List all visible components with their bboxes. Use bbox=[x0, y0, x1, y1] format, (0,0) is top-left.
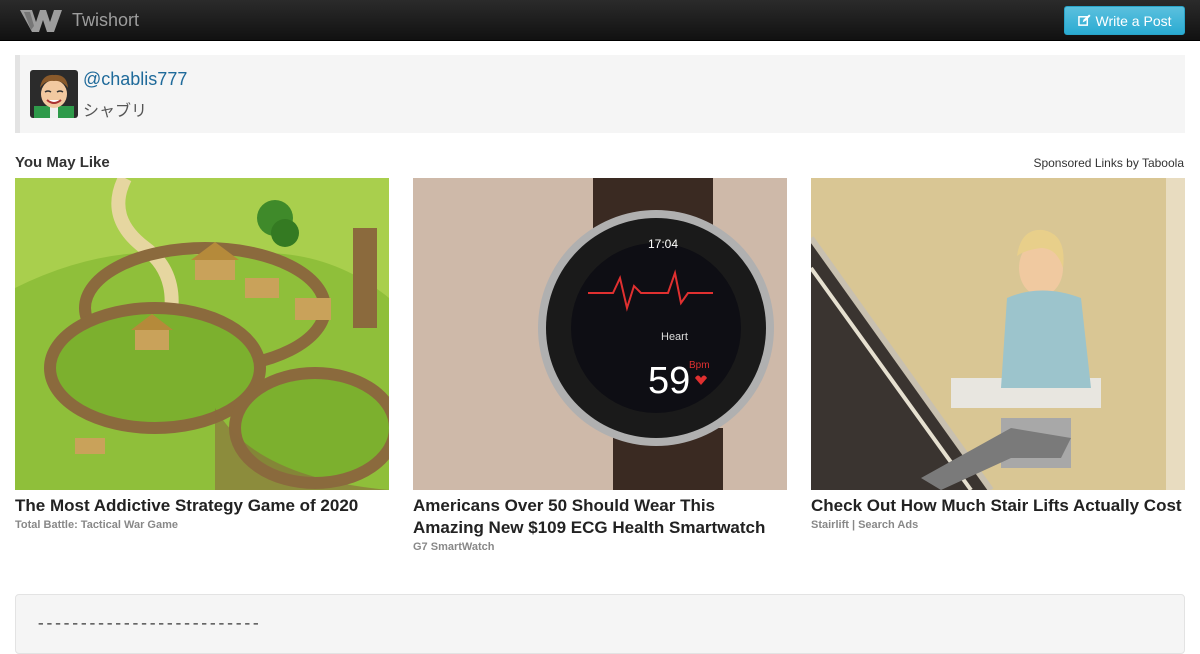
recommendation-card[interactable]: The Most Addictive Strategy Game of 2020… bbox=[15, 178, 389, 531]
stair-lift-image[interactable] bbox=[811, 178, 1185, 490]
avatar-image bbox=[30, 70, 78, 118]
write-post-button[interactable]: Write a Post bbox=[1064, 6, 1185, 35]
brand-link[interactable]: Twishort bbox=[18, 4, 139, 36]
strategy-game-image[interactable] bbox=[15, 178, 389, 490]
watch-bpm: 59 bbox=[648, 360, 690, 402]
sponsored-links-label[interactable]: Sponsored Links by Taboola bbox=[1033, 156, 1184, 170]
recommendation-card[interactable]: 17:04 Heart 59 Bpm Americans Over 50 Sho… bbox=[413, 178, 787, 553]
recommendation-source[interactable]: G7 SmartWatch bbox=[413, 541, 787, 553]
author-name: シャブリ bbox=[83, 103, 148, 120]
brand-name: Twishort bbox=[72, 9, 140, 30]
avatar[interactable] bbox=[30, 70, 78, 118]
author-handle-link[interactable]: @chablis777 bbox=[83, 69, 187, 89]
author-panel: @chablis777 シャブリ bbox=[15, 55, 1185, 133]
recommendation-source[interactable]: Total Battle: Tactical War Game bbox=[15, 519, 389, 531]
watch-time: 17:04 bbox=[648, 237, 678, 251]
author-handle[interactable]: @chablis777 bbox=[83, 69, 187, 90]
recommendation-title[interactable]: Americans Over 50 Should Wear This Amazi… bbox=[413, 495, 787, 539]
recommendation-title[interactable]: Check Out How Much Stair Lifts Actually … bbox=[811, 495, 1185, 517]
smartwatch-image[interactable]: 17:04 Heart 59 Bpm bbox=[413, 178, 787, 490]
watch-bpm-unit: Bpm bbox=[689, 360, 710, 371]
post-text: -------------------------- bbox=[36, 615, 261, 633]
watch-heart-label: Heart bbox=[661, 331, 688, 343]
you-may-like-heading: You May Like bbox=[15, 154, 110, 171]
recommendation-card[interactable]: Check Out How Much Stair Lifts Actually … bbox=[811, 178, 1185, 531]
edit-icon bbox=[1077, 14, 1091, 26]
write-post-label: Write a Post bbox=[1095, 12, 1172, 29]
recommendation-title[interactable]: The Most Addictive Strategy Game of 2020 bbox=[15, 495, 389, 517]
top-navbar: Twishort Write a Post bbox=[0, 0, 1200, 41]
twishort-logo-icon bbox=[20, 10, 62, 32]
recommendation-source[interactable]: Stairlift | Search Ads bbox=[811, 519, 1185, 531]
post-body: -------------------------- bbox=[15, 594, 1185, 654]
